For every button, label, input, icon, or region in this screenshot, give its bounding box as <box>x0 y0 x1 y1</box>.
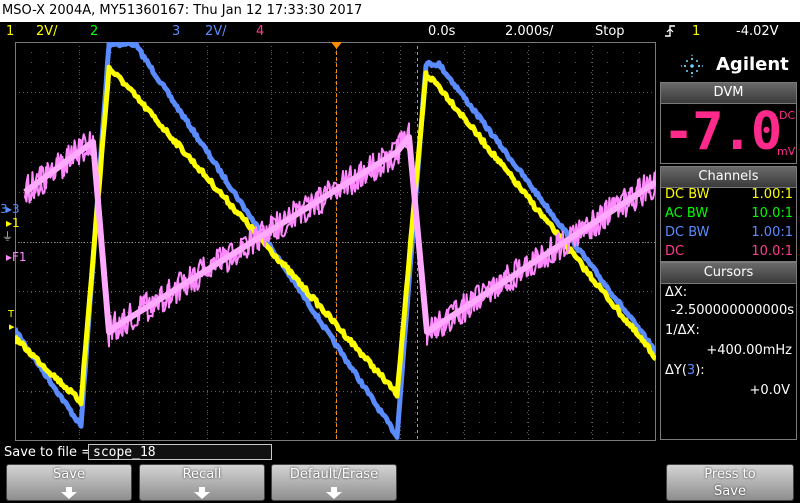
press-to-save-line-2: Save <box>714 484 746 499</box>
ch1-marker-label: 1 <box>12 216 20 230</box>
delta-y-channel: 3 <box>686 363 696 378</box>
dvm-header: DVM <box>661 83 796 104</box>
recall-softkey-label: Recall <box>182 467 222 482</box>
arrow-down-icon <box>61 487 77 499</box>
brand-name: Agilent <box>716 54 789 75</box>
channel-3-ratio: 1.00:1 <box>751 225 793 240</box>
title-bar: MSO-X 2004A, MY51360167: Thu Jan 12 17:3… <box>0 0 800 22</box>
ch3-number[interactable]: 3 <box>172 24 180 39</box>
save-to-file-label: Save to file = <box>4 445 93 460</box>
ground-icon: ⏚ <box>2 230 13 243</box>
f1-marker[interactable]: ▸F1 <box>6 250 27 264</box>
save-softkey[interactable]: Save <box>6 464 132 501</box>
channel-4-ratio: 10.0:1 <box>751 244 793 259</box>
press-to-save-line-1: Press to <box>704 467 756 482</box>
dvm-unit: mV <box>777 145 796 158</box>
trigger-level-arrow-icon: ▸ <box>9 320 15 333</box>
trigger-edge-icon <box>664 24 676 42</box>
waveform-display[interactable] <box>15 42 656 441</box>
status-bar: 1 2V/ 2 3 2V/ 4 0.0s 2.000s/ Stop 1 -4.0… <box>0 22 800 42</box>
ch3-scale[interactable]: 2V/ <box>205 24 227 39</box>
run-state[interactable]: Stop <box>595 24 625 39</box>
trigger-level[interactable]: -4.02V <box>736 24 779 39</box>
channels-box[interactable]: Channels DC BW 1.00:1 AC BW 10.0:1 DC BW… <box>660 166 797 262</box>
channel-3-coupling: DC BW <box>665 225 710 240</box>
recall-softkey[interactable]: Recall <box>139 464 265 501</box>
default-erase-softkey[interactable]: Default/Erase <box>271 464 397 501</box>
delta-y-label: ΔY(3): <box>665 363 705 378</box>
press-to-save-softkey[interactable]: Press to Save <box>666 464 794 501</box>
dvm-box[interactable]: DVM -7.01 DC mV <box>660 82 797 164</box>
press-to-save-label: Press to Save <box>667 466 793 500</box>
channel-4-coupling: DC <box>665 244 685 259</box>
delta-y-label-prefix: ΔY( <box>665 363 687 378</box>
channel-row-4[interactable]: DC 10.0:1 <box>665 242 793 262</box>
ch1-scale[interactable]: 2V/ <box>36 24 58 39</box>
default-erase-softkey-label: Default/Erase <box>289 467 379 482</box>
delta-x-value: -2.500000000000s <box>670 303 794 318</box>
arrow-down-icon <box>326 487 342 499</box>
channel-row-2[interactable]: AC BW 10.0:1 <box>665 204 793 224</box>
channel-row-3[interactable]: DC BW 1.00:1 <box>665 223 793 243</box>
inverse-delta-x-label: 1/ΔX: <box>665 323 700 338</box>
ch4-number[interactable]: 4 <box>256 24 264 39</box>
dvm-mode: DC <box>779 109 796 122</box>
save-softkey-label: Save <box>53 467 85 482</box>
time-delay[interactable]: 0.0s <box>428 24 455 39</box>
dvm-value: -7.01 <box>663 103 781 161</box>
channel-1-ratio: 1.00:1 <box>751 187 793 202</box>
channel-2-ratio: 10.0:1 <box>751 206 793 221</box>
inverse-delta-x-value: +400.00mHz <box>706 343 792 358</box>
channel-2-coupling: AC BW <box>665 206 709 221</box>
arrow-down-icon <box>194 487 210 499</box>
channel-1-coupling: DC BW <box>665 187 710 202</box>
delta-x-label: ΔX: <box>665 285 688 300</box>
trigger-level-marker-label: T <box>8 309 15 320</box>
agilent-spark-icon <box>680 54 704 78</box>
cursors-header: Cursors <box>661 263 796 284</box>
ch1-number[interactable]: 1 <box>6 24 14 39</box>
right-panel: Agilent DVM -7.01 DC mV Channels DC BW 1… <box>657 42 800 441</box>
time-scale[interactable]: 2.000s/ <box>505 24 553 39</box>
delta-y-label-suffix: ): <box>695 363 705 378</box>
ch2-number[interactable]: 2 <box>90 24 98 39</box>
ch3-marker-arrow-icon: ▸3 <box>6 202 20 216</box>
save-filename-input[interactable]: scope_18 <box>88 444 272 460</box>
brand-box: Agilent <box>660 48 797 84</box>
trigger-source[interactable]: 1 <box>692 24 700 39</box>
f1-marker-label: F1 <box>12 250 27 264</box>
cursors-box[interactable]: Cursors ΔX: -2.500000000000s 1/ΔX: +400.… <box>660 262 797 440</box>
delta-y-value: +0.0V <box>749 383 790 398</box>
trigger-level-marker[interactable]: T <box>8 309 14 320</box>
channel-row-1[interactable]: DC BW 1.00:1 <box>665 185 793 205</box>
